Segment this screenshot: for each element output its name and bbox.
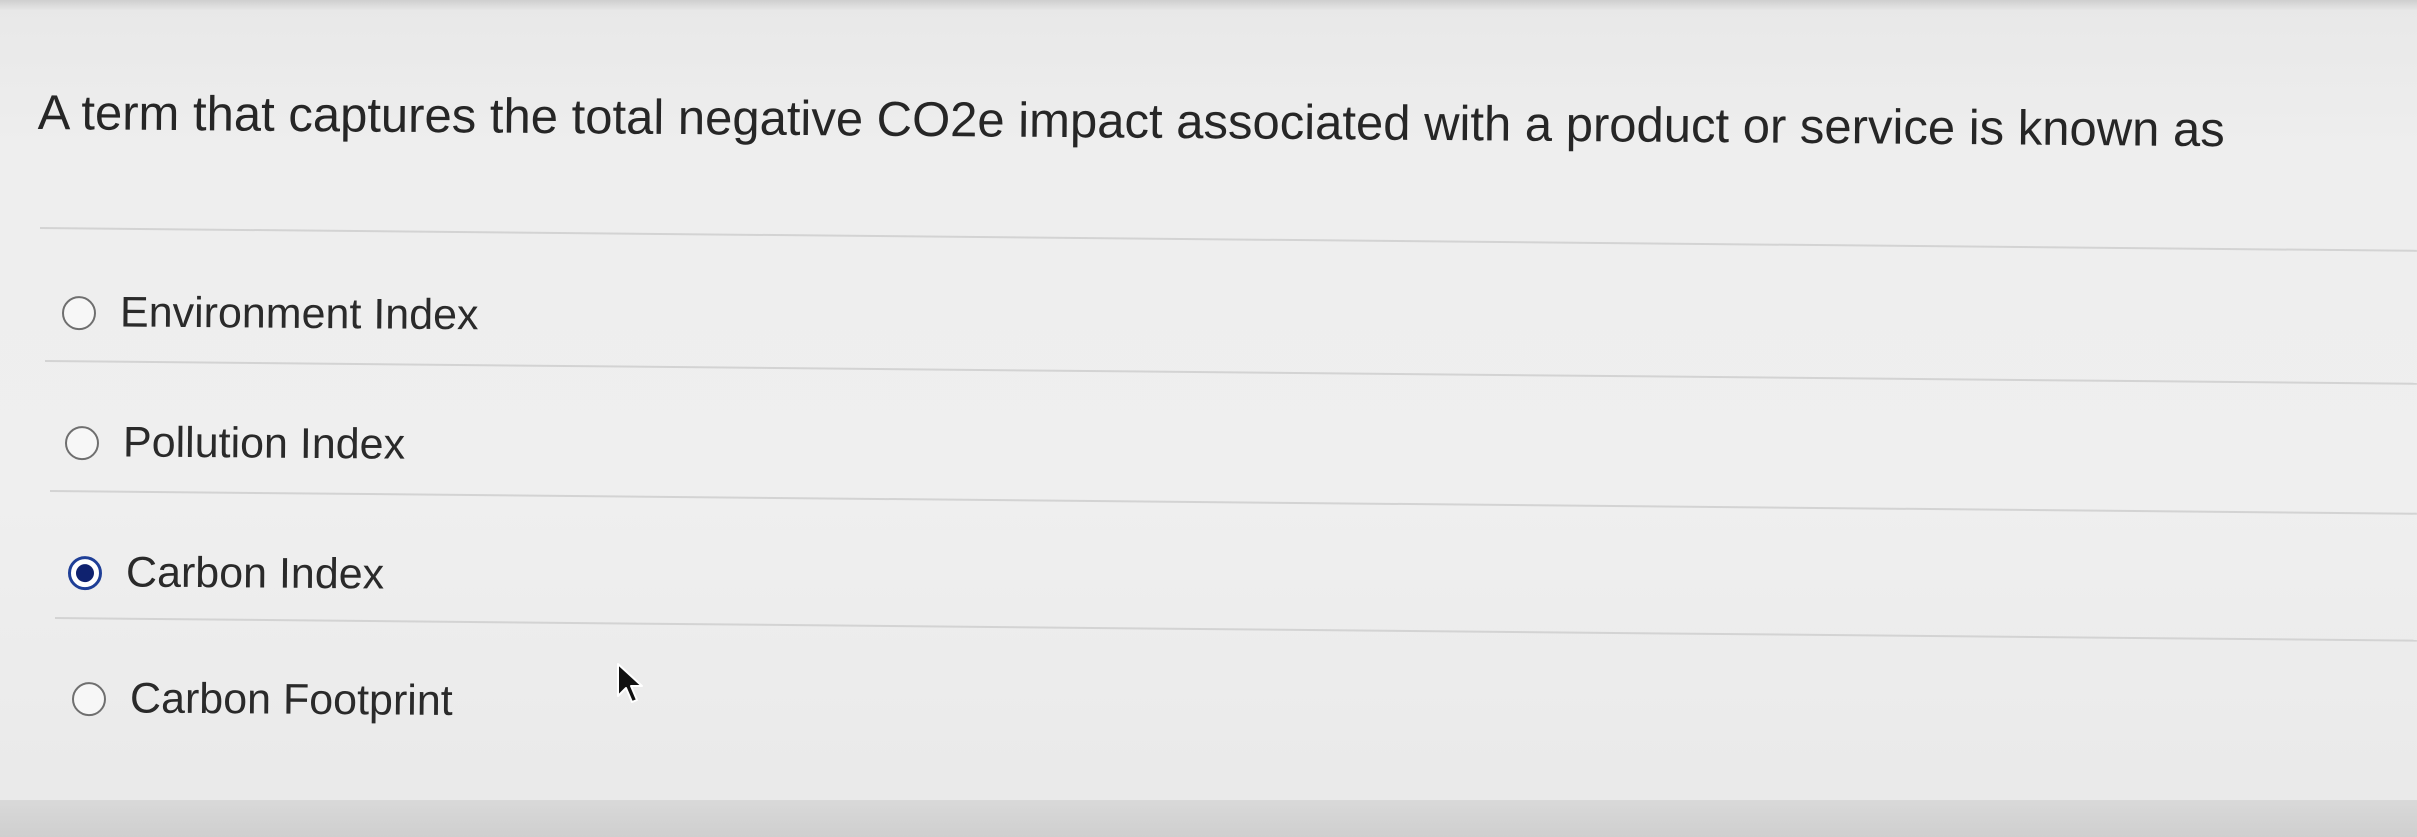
divider [39,227,2417,252]
radio-button[interactable] [71,681,107,716]
question-panel: A term that captures the total negative … [0,10,2417,800]
bottom-edge [0,800,2417,837]
radio-button-selected[interactable] [67,555,103,590]
divider [44,360,2417,385]
top-edge [0,0,2417,10]
radio-button[interactable] [64,425,100,460]
option-label: Pollution Index [122,418,406,469]
divider [49,490,2417,515]
option-label: Carbon Footprint [129,674,453,725]
option-environment-index[interactable]: Environment Index [61,288,479,340]
arrow-cursor-icon [617,663,643,703]
option-label: Carbon Index [125,548,385,599]
option-label: Environment Index [119,288,479,340]
divider [54,617,2417,642]
option-carbon-index[interactable]: Carbon Index [67,548,385,599]
option-pollution-index[interactable]: Pollution Index [64,418,406,470]
radio-button[interactable] [61,295,97,330]
option-carbon-footprint[interactable]: Carbon Footprint [71,674,453,726]
question-text: A term that captures the total negative … [37,85,2225,158]
